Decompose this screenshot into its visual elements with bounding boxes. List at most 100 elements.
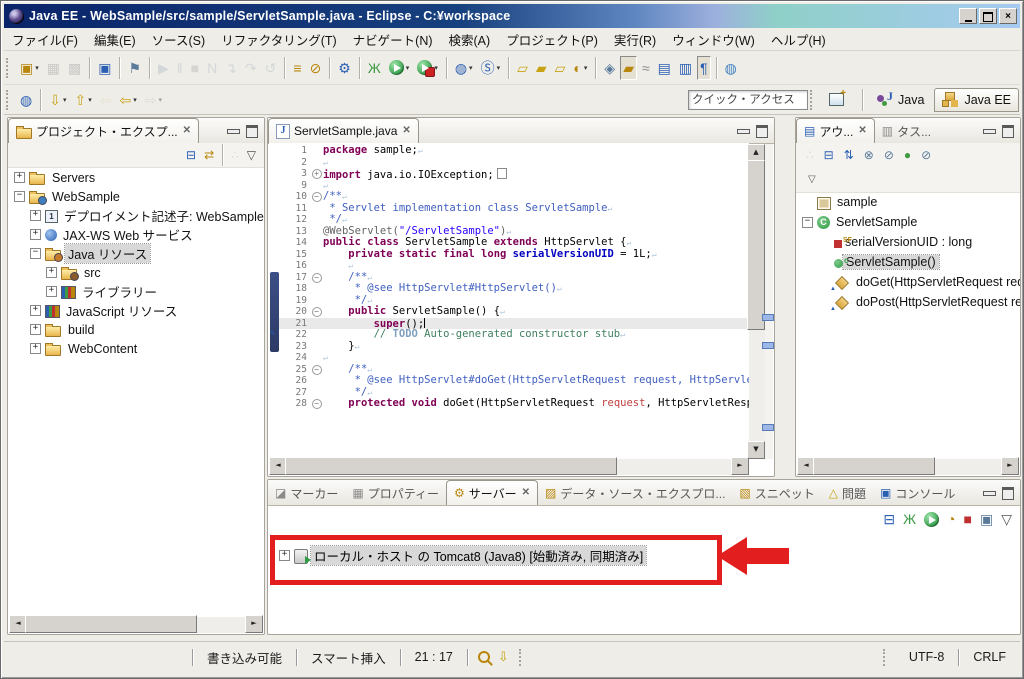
outline-view-menu-button[interactable]: ▽: [805, 168, 819, 192]
quick-access-input[interactable]: [688, 90, 808, 110]
project-explorer-view-menu-button[interactable]: ▽: [244, 143, 259, 167]
minimize-view-icon[interactable]: [983, 129, 996, 134]
magnifier-icon[interactable]: [478, 651, 490, 663]
minimize-view-icon[interactable]: [227, 129, 240, 134]
project-explorer-focus-on-task-button[interactable]: ∴: [228, 143, 242, 167]
maximize-view-icon[interactable]: [246, 125, 258, 138]
main-toolbar-web-service-client-button[interactable]: Ⓢ▾: [478, 56, 504, 80]
expand-icon[interactable]: −: [30, 248, 41, 259]
main-toolbar-terminate-button[interactable]: ■: [188, 56, 202, 80]
project-tree-item-build[interactable]: +build: [8, 320, 264, 339]
servers-view-menu-button[interactable]: ▽: [998, 507, 1015, 531]
h-scrollbar-thumb[interactable]: [813, 457, 935, 475]
main-toolbar-save-button[interactable]: ▦: [44, 56, 63, 80]
menu-search[interactable]: 検索(A): [441, 28, 499, 51]
code-line[interactable]: 15 private static final long serialVersi…: [279, 249, 749, 261]
code-line[interactable]: 9↵: [279, 180, 749, 192]
nav-toolbar-previous-annotation-button[interactable]: ⇧▾: [71, 88, 94, 112]
outline-tree-item-field-serialversionuid[interactable]: serialVersionUID : long: [796, 232, 1020, 252]
servers-publish-server-button[interactable]: ▣: [977, 507, 996, 531]
v-scrollbar-thumb[interactable]: [747, 160, 765, 330]
main-toolbar-use-step-filters-button[interactable]: ≡: [290, 56, 304, 80]
project-explorer-collapse-all-button[interactable]: ⊟: [183, 143, 199, 167]
outline-hide-non-public-button[interactable]: ●: [901, 143, 914, 167]
maximize-view-icon[interactable]: [1002, 125, 1014, 138]
code-line[interactable]: 23 }↵: [279, 341, 749, 353]
menu-run[interactable]: 実行(R): [606, 28, 664, 51]
tab-properties[interactable]: ▦プロパティー: [345, 481, 446, 505]
fold-marker[interactable]: [310, 191, 323, 203]
maximize-view-icon[interactable]: [756, 125, 768, 138]
expand-icon[interactable]: +: [30, 210, 41, 221]
expand-icon[interactable]: +: [14, 172, 25, 183]
perspective-javaee-button[interactable]: Java EE: [934, 88, 1019, 112]
encoding-status[interactable]: UTF-8: [895, 650, 958, 664]
h-scrollbar-thumb[interactable]: [25, 615, 197, 633]
tab-servletsample-java[interactable]: J ServletSample.java ✕: [268, 118, 419, 143]
main-toolbar-save-all-button[interactable]: ▩: [65, 56, 84, 80]
main-toolbar-import-war-button[interactable]: ▱: [552, 56, 569, 80]
project-explorer-link-with-editor-button[interactable]: ⇄: [201, 143, 217, 167]
main-toolbar-step-over-button[interactable]: ↷: [242, 56, 260, 80]
nav-toolbar-next-annotation-button[interactable]: ⇩▾: [46, 88, 69, 112]
project-tree-item-webcontent[interactable]: +WebContent: [8, 339, 264, 358]
minimize-button[interactable]: [959, 8, 977, 24]
tab-outline[interactable]: ▤ アウ... ✕: [796, 118, 875, 143]
toolbar-grip[interactable]: [6, 90, 12, 110]
project-tree-item-servers[interactable]: +Servers: [8, 168, 264, 187]
menu-refactoring[interactable]: リファクタリング(T): [213, 28, 344, 51]
close-icon[interactable]: ✕: [522, 488, 530, 498]
code-line[interactable]: 3import java.io.IOException;: [279, 168, 749, 180]
main-toolbar-resume-button[interactable]: ▶: [155, 56, 172, 80]
main-toolbar-format-highlight-button[interactable]: ▰: [620, 56, 637, 80]
tab-servers[interactable]: ⚙サーバー✕: [446, 480, 538, 505]
open-perspective-button[interactable]: [821, 88, 857, 112]
nav-toolbar-back-button[interactable]: ⇦▾: [116, 88, 139, 112]
main-toolbar-step-into-button[interactable]: ↴: [222, 56, 240, 80]
servers-start-server-button[interactable]: [921, 507, 942, 531]
code-line[interactable]: 2↵: [279, 157, 749, 169]
outline-hide-local-types-button[interactable]: ⊘: [918, 143, 934, 167]
code-line[interactable]: 11 * Servlet implementation class Servle…: [279, 203, 749, 215]
tab-snippets[interactable]: ▧スニペット: [732, 481, 821, 505]
outline-tree-item-constructor-servletsample[interactable]: ServletSample(): [796, 252, 1020, 272]
main-toolbar-build-settings-button[interactable]: ⚙: [335, 56, 354, 80]
tab-console[interactable]: ▣コンソール: [873, 481, 962, 505]
main-toolbar-pin-editor-button[interactable]: ⚑: [125, 56, 144, 80]
scroll-right-button[interactable]: ►: [1001, 457, 1019, 475]
project-tree-item-jaxws-web-services[interactable]: +JAX-WS Web サービス: [8, 225, 264, 244]
minimize-view-icon[interactable]: [737, 129, 750, 134]
main-toolbar-mark-occurrences-button[interactable]: ≈: [639, 56, 653, 80]
occurrence-mark[interactable]: [762, 314, 774, 321]
project-tree-item-javascript-resources[interactable]: +JavaScript リソース: [8, 301, 264, 320]
outline-sort-button[interactable]: ⇅: [841, 143, 857, 167]
toolbar-grip[interactable]: [810, 90, 816, 110]
nav-toolbar-last-edit-location-button[interactable]: ⇦: [97, 88, 115, 112]
code-line[interactable]: 1package sample;↵: [279, 145, 749, 157]
outline-tree-item-method-dopost[interactable]: ▲doPost(HttpServletRequest request, Http…: [796, 292, 1020, 312]
main-toolbar-web-browser-button[interactable]: ◍: [722, 56, 740, 80]
code-editor[interactable]: 1package sample;↵2↵3import java.io.IOExc…: [269, 143, 749, 459]
toolbar-grip[interactable]: [6, 58, 12, 78]
main-toolbar-coverage-button[interactable]: ▾: [414, 56, 441, 80]
nav-toolbar-forward-button[interactable]: ⇨▾: [142, 88, 165, 112]
perspective-java-button[interactable]: Java: [868, 88, 932, 112]
main-toolbar-search-flashlight-button[interactable]: ◐▾: [570, 56, 590, 80]
servers-debug-server-button[interactable]: Ж: [900, 507, 919, 531]
project-tree-item-libraries[interactable]: +ライブラリー: [8, 282, 264, 301]
fold-marker[interactable]: [310, 398, 323, 410]
overview-ruler[interactable]: [765, 144, 773, 459]
servers-stop-server-button[interactable]: ■: [961, 507, 975, 531]
main-toolbar-export-war-button[interactable]: ▰: [533, 56, 550, 80]
code-line[interactable]: 20 public ServletSample() {↵: [279, 306, 749, 318]
expand-icon[interactable]: +: [30, 229, 41, 240]
outline-hide-static-members-button[interactable]: ⊘: [881, 143, 897, 167]
main-toolbar-open-console-button[interactable]: ▣: [95, 56, 114, 80]
tab-data-source-explorer[interactable]: ▨データ・ソース・エクスプロ...: [538, 481, 732, 505]
main-toolbar-disconnect-button[interactable]: N: [204, 56, 220, 80]
menu-source[interactable]: ソース(S): [144, 28, 214, 51]
menu-navigate[interactable]: ナビゲート(N): [345, 28, 441, 51]
line-delimiter-status[interactable]: CRLF: [959, 650, 1020, 664]
fold-marker[interactable]: [310, 272, 323, 284]
tab-markers[interactable]: ◪マーカー: [268, 481, 345, 505]
